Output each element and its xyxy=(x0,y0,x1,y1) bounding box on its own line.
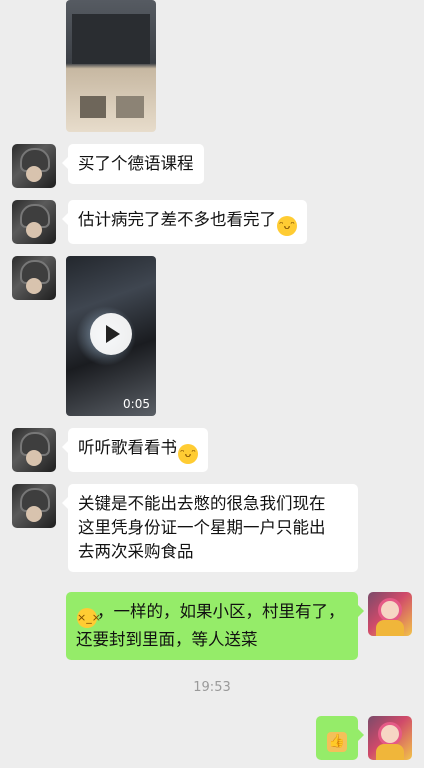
my-avatar[interactable] xyxy=(368,592,412,636)
book-photo-left xyxy=(80,96,106,118)
my-avatar[interactable] xyxy=(368,716,412,760)
message-bubble[interactable]: 👍 xyxy=(316,716,364,760)
contact-avatar[interactable] xyxy=(12,428,56,472)
message-bubble[interactable]: ×_×，一样的，如果小区，村里有了， 还要封到里面，等人送菜 xyxy=(66,592,364,660)
message-text-line: 还要封到里面，等人送菜 xyxy=(76,630,258,649)
thumbs-up-icon: 👍 xyxy=(327,732,347,752)
message-text: 买了个德语课程 xyxy=(78,154,194,173)
play-icon[interactable] xyxy=(90,313,132,355)
message-text-line: 这里凭身份证一个星期一户只能出 xyxy=(78,518,326,537)
message-bubble[interactable]: 买了个德语课程 xyxy=(62,144,204,184)
video-message[interactable]: 0:05 xyxy=(66,256,156,416)
message-text: 估计病完了差不多也看完了 xyxy=(78,210,276,229)
message-text-line: 去两次采购食品 xyxy=(78,542,194,561)
contact-avatar[interactable] xyxy=(12,484,56,528)
crying-face-icon: ×_× xyxy=(77,608,101,628)
contact-avatar[interactable] xyxy=(12,200,56,244)
book-photo-right xyxy=(116,96,144,118)
message-bubble[interactable]: 估计病完了差不多也看完了 ᵔᴗᵔ xyxy=(62,200,307,244)
laughing-tears-icon: ᵔᴗᵔ xyxy=(178,444,198,464)
message-bubble[interactable]: 关键是不能出去憋的很急我们现在 这里凭身份证一个星期一户只能出 去两次采购食品 xyxy=(62,484,358,572)
message-timestamp: 19:53 xyxy=(193,680,231,695)
laptop-screen xyxy=(72,14,150,64)
message-text-line: 关键是不能出去憋的很急我们现在 xyxy=(78,494,326,513)
video-duration: 0:05 xyxy=(123,397,150,411)
shared-photo[interactable] xyxy=(66,0,156,132)
contact-avatar[interactable] xyxy=(12,144,56,188)
message-bubble[interactable]: 听听歌看看书 ᵔᴗᵔ xyxy=(62,428,208,472)
contact-avatar[interactable] xyxy=(12,256,56,300)
message-text: 听听歌看看书 xyxy=(78,438,177,457)
laughing-tears-icon: ᵔᴗᵔ xyxy=(277,216,297,236)
message-text-line: ，一样的，如果小区，村里有了， xyxy=(97,602,345,621)
